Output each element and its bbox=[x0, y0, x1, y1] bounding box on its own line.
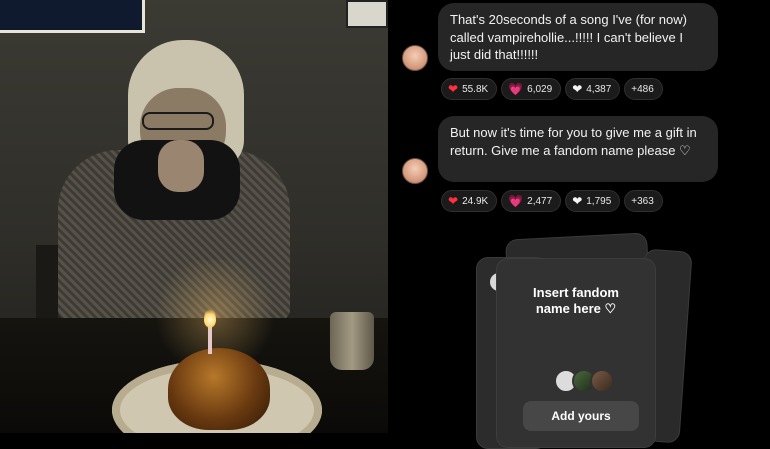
reaction-red-heart[interactable]: ❤ 24.9K bbox=[441, 190, 498, 212]
reaction-bar: ❤ 24.9K 💗 2,477 ❤ 1,795 +363 bbox=[441, 190, 663, 212]
reaction-red-heart[interactable]: ❤ 55.8K bbox=[441, 78, 498, 100]
message-text: But now it's time for you to give me a g… bbox=[450, 125, 697, 158]
sender-avatar[interactable] bbox=[402, 158, 428, 184]
message-text: That's 20seconds of a song I've (for now… bbox=[450, 12, 687, 62]
chair bbox=[36, 245, 58, 325]
add-yours-button[interactable]: Add yours bbox=[523, 401, 639, 431]
reaction-white-heart[interactable]: ❤ 4,387 bbox=[565, 78, 621, 100]
cup bbox=[330, 312, 374, 370]
photo-panel bbox=[0, 0, 388, 433]
folded-hands bbox=[158, 140, 204, 192]
chat-panel: That's 20seconds of a song I've (for now… bbox=[388, 0, 770, 449]
candle bbox=[208, 326, 212, 354]
reaction-count: 55.8K bbox=[462, 83, 489, 95]
reaction-bar: ❤ 55.8K 💗 6,029 ❤ 4,387 +486 bbox=[441, 78, 663, 100]
reaction-white-heart[interactable]: ❤ 1,795 bbox=[565, 190, 621, 212]
red-heart-icon: ❤ bbox=[448, 194, 459, 208]
white-heart-icon: ❤ bbox=[572, 82, 583, 96]
candle-flame bbox=[204, 308, 216, 328]
wall-picture bbox=[0, 0, 145, 33]
reaction-count: 4,387 bbox=[586, 83, 612, 95]
reaction-pink-heart[interactable]: 💗 6,029 bbox=[501, 78, 562, 100]
reaction-more[interactable]: +363 bbox=[624, 190, 663, 212]
glasses bbox=[142, 112, 214, 130]
participant-avatars bbox=[554, 369, 614, 393]
reaction-count: +363 bbox=[631, 195, 654, 207]
reaction-count: 6,029 bbox=[527, 83, 553, 95]
reaction-count: +486 bbox=[631, 83, 654, 95]
participant-avatar bbox=[590, 369, 614, 393]
reaction-count: 1,795 bbox=[586, 195, 612, 207]
sender-avatar[interactable] bbox=[402, 45, 428, 71]
birthday-cake bbox=[168, 348, 270, 430]
reaction-count: 2,477 bbox=[527, 195, 553, 207]
message-bubble[interactable]: But now it's time for you to give me a g… bbox=[438, 116, 718, 182]
reaction-pink-heart[interactable]: 💗 2,477 bbox=[501, 190, 562, 212]
message-bubble[interactable]: That's 20seconds of a song I've (for now… bbox=[438, 3, 718, 71]
reaction-more[interactable]: +486 bbox=[624, 78, 663, 100]
pink-heart-icon: 💗 bbox=[508, 194, 524, 208]
wall-card bbox=[346, 0, 388, 28]
reaction-count: 24.9K bbox=[462, 195, 489, 207]
add-yours-title: Insert fandom name here ♡ bbox=[533, 285, 619, 316]
red-heart-icon: ❤ bbox=[448, 82, 459, 96]
pink-heart-icon: 💗 bbox=[508, 82, 524, 96]
white-heart-icon: ❤ bbox=[572, 194, 583, 208]
